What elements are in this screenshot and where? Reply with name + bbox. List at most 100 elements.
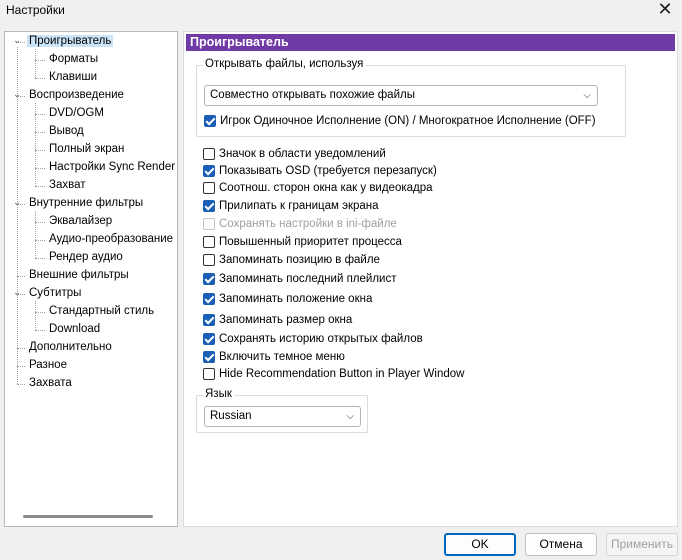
checkbox-box[interactable] — [203, 200, 215, 212]
tree-connector — [35, 312, 45, 313]
tree-connector — [35, 49, 36, 78]
tree-connector — [17, 42, 25, 43]
tree-item-label: Дополнительно — [29, 341, 112, 353]
tree-item-label: Вывод — [49, 125, 84, 137]
tree-item-label: Стандартный стиль — [49, 305, 155, 317]
open-files-group: Открывать файлы, используя Совместно отк… — [196, 58, 626, 137]
tree-item[interactable]: Форматы — [47, 51, 100, 68]
tree-horizontal-scrollbar[interactable] — [23, 515, 153, 518]
checkbox-box[interactable] — [203, 368, 215, 380]
open-files-combo[interactable]: Совместно открывать похожие файлы ⌵ — [204, 85, 598, 106]
checkbox-box[interactable] — [203, 293, 215, 305]
tree-connector — [35, 240, 45, 241]
checkbox-box[interactable] — [203, 314, 215, 326]
cancel-button[interactable]: Отмена — [525, 533, 597, 556]
open-files-legend: Открывать файлы, используя — [203, 58, 366, 70]
tree-item[interactable]: Эквалайзер — [47, 213, 114, 230]
option-checkbox-label: Запоминать размер окна — [219, 314, 353, 326]
tree-connector — [35, 60, 45, 61]
tree-connector — [17, 276, 25, 277]
tree-item[interactable]: Воспроизведение — [27, 87, 126, 104]
chevron-down-icon: ⌵ — [346, 411, 354, 422]
tree-item[interactable]: Проигрыватель — [27, 33, 114, 50]
tree-item-label: Клавиши — [49, 71, 97, 83]
tree-item-label: Разное — [29, 359, 67, 371]
tree-item-label: Полный экран — [49, 143, 125, 155]
checkbox-box[interactable] — [203, 236, 215, 248]
tree-item-label: Настройки Sync Render — [49, 161, 176, 173]
close-icon[interactable]: ✕ — [654, 0, 676, 22]
checkbox-box[interactable] — [203, 351, 215, 363]
checkbox-box[interactable] — [203, 165, 215, 177]
option-checkbox-label: Показывать OSD (требуется перезапуск) — [219, 165, 437, 177]
option-checkbox-label: Сохранять историю открытых файлов — [219, 333, 423, 345]
tree-item-label: Воспроизведение — [29, 89, 124, 101]
tree-connector — [35, 258, 45, 259]
tree-item[interactable]: Субтитры — [27, 285, 83, 302]
checkbox-box[interactable] — [204, 115, 216, 127]
tree-item-label: Захват — [49, 179, 86, 191]
tree-connector — [35, 222, 45, 223]
option-checkbox-label: Запоминать позицию в файле — [219, 254, 380, 266]
open-files-combo-value: Совместно открывать похожие файлы — [210, 89, 415, 101]
chevron-down-icon: ⌵ — [583, 90, 591, 101]
apply-button[interactable]: Применить — [606, 533, 678, 556]
tree-item-label: Форматы — [49, 53, 99, 65]
tree-connector — [35, 186, 45, 187]
tree-connector — [17, 96, 25, 97]
tree-item[interactable]: Внутренние фильтры — [27, 195, 145, 212]
checkbox-box — [203, 218, 215, 230]
tree-item[interactable]: Download — [47, 321, 102, 338]
option-checkbox-label: Значок в области уведомлений — [219, 148, 386, 160]
tree-item[interactable]: Полный экран — [47, 141, 126, 158]
checkbox-box[interactable] — [203, 182, 215, 194]
tree-connector — [35, 103, 36, 186]
tree-item[interactable]: Внешние фильтры — [27, 267, 131, 284]
tree-connector — [35, 132, 45, 133]
tree-connector — [17, 384, 25, 385]
tree-item-label: Внешние фильтры — [29, 269, 129, 281]
tree-item[interactable]: Захвата — [27, 375, 74, 392]
tree-item[interactable]: Захват — [47, 177, 87, 194]
tree-item-label: Субтитры — [29, 287, 82, 299]
tree-connector — [35, 211, 36, 258]
tree-item-label: Аудио-преобразование — [49, 233, 174, 245]
checkbox-box[interactable] — [203, 148, 215, 160]
language-combo[interactable]: Russian ⌵ — [204, 406, 361, 427]
tree-item-label: Захвата — [29, 377, 72, 389]
tree-item-label: Download — [49, 323, 101, 335]
ok-button[interactable]: OK — [444, 533, 516, 556]
tree-connector — [35, 150, 45, 151]
tree-connector — [17, 348, 25, 349]
language-combo-value: Russian — [210, 410, 252, 422]
window-title: Настройки — [6, 3, 65, 17]
tree-connector — [17, 294, 25, 295]
option-checkbox-label: Включить темное меню — [219, 351, 345, 363]
checkbox-box[interactable] — [203, 273, 215, 285]
checkbox-box[interactable] — [203, 333, 215, 345]
option-checkbox-label: Соотнош. сторон окна как у видеокадра — [219, 182, 433, 194]
tree-item[interactable]: Разное — [27, 357, 69, 374]
tree-connector — [17, 204, 25, 205]
tree-connector — [35, 78, 45, 79]
tree-item[interactable]: Аудио-преобразование — [47, 231, 175, 248]
tree-item[interactable]: Вывод — [47, 123, 86, 140]
option-checkbox-label: Hide Recommendation Button in Player Win… — [219, 368, 465, 380]
tree-item[interactable]: DVD/OGM — [47, 105, 106, 122]
language-legend: Язык — [203, 388, 234, 400]
option-checkbox-label: Повышенный приоритет процесса — [219, 236, 402, 248]
tree-item[interactable]: Настройки Sync Render — [47, 159, 177, 176]
option-checkbox-label: Запоминать последний плейлист — [219, 273, 397, 285]
checkbox-box[interactable] — [203, 254, 215, 266]
tree-item[interactable]: Стандартный стиль — [47, 303, 156, 320]
tree-connector — [35, 168, 45, 169]
settings-panel: Проигрыватель Открывать файлы, используя… — [183, 31, 678, 527]
tree-item[interactable]: Дополнительно — [27, 339, 114, 356]
tree-connector — [35, 114, 45, 115]
language-group: Язык Russian ⌵ — [196, 388, 368, 433]
tree-item[interactable]: Клавиши — [47, 69, 99, 86]
option-checkbox-label: Сохранять настройки в ini-файле — [219, 218, 397, 230]
settings-tree[interactable]: Проигрыватель ⌄ Форматы Клавиши Воспроизведе… — [4, 31, 178, 527]
tree-connector — [17, 366, 25, 367]
tree-item[interactable]: Рендер аудио — [47, 249, 125, 266]
